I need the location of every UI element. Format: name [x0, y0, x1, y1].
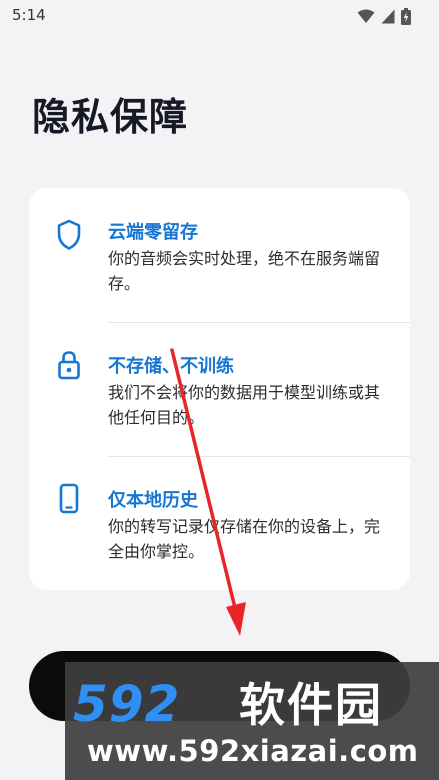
- privacy-card: 云端零留存 你的音频会实时处理，绝不在服务端留存。 不存储、不训练 我们不会将你…: [29, 188, 410, 590]
- watermark-brand: 软件园: [239, 678, 383, 732]
- watermark: 592 软件园 www.592xiazai.com: [65, 662, 439, 780]
- phone-icon: [59, 483, 79, 514]
- watermark-logo: 592: [73, 675, 181, 733]
- wifi-icon: [357, 9, 375, 23]
- status-time: 5:14: [12, 6, 46, 24]
- feature-description: 你的转写记录仅存储在你的设备上，完全由你掌控。: [108, 517, 381, 561]
- feature-description: 你的音频会实时处理，绝不在服务端留存。: [108, 249, 381, 293]
- lock-icon: [58, 351, 80, 380]
- feature-title: 云端零留存: [108, 222, 198, 243]
- shield-icon: [57, 219, 81, 250]
- status-icons: [357, 7, 411, 25]
- watermark-url: www.592xiazai.com: [87, 734, 419, 768]
- battery-charging-icon: [401, 7, 411, 25]
- signal-icon: [381, 9, 395, 23]
- feature-title: 不存储、不训练: [108, 356, 234, 377]
- status-bar: 5:14: [0, 0, 439, 34]
- feature-description: 我们不会将你的数据用于模型训练或其他任何目的。: [108, 383, 381, 427]
- divider: [108, 456, 410, 457]
- divider: [108, 322, 410, 323]
- page-title: 隐私保障: [32, 95, 189, 139]
- feature-title: 仅本地历史: [108, 490, 198, 511]
